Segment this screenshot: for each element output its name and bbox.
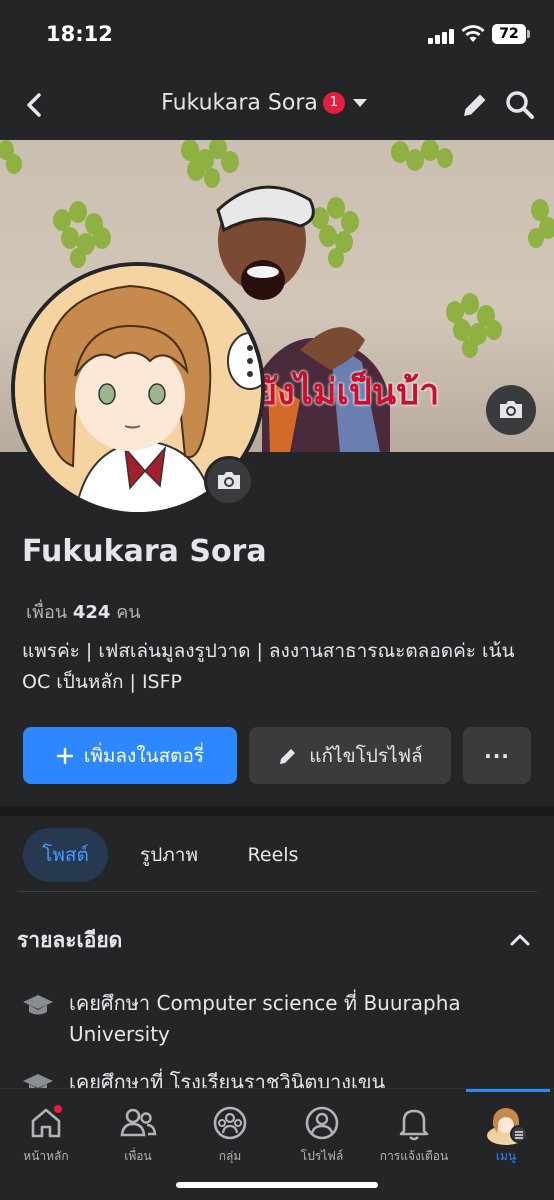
friends-suffix: คน xyxy=(116,602,141,623)
search-icon[interactable] xyxy=(503,88,537,122)
groups-icon xyxy=(210,1103,250,1143)
chevron-down-icon xyxy=(352,99,367,107)
more-dots-icon: ··· xyxy=(484,743,510,768)
detail-item-education: เคยศึกษา Computer science ที่ Buurapha U… xyxy=(22,988,542,1052)
nav-profile-label: โปรไฟล์ xyxy=(300,1149,344,1163)
profile-name: Fukukara Sora xyxy=(22,534,267,569)
education-cap-icon xyxy=(23,995,53,1015)
edit-profile-button[interactable]: แก้ไขโปรไฟล์ xyxy=(249,727,451,784)
nav-menu[interactable]: เมนู xyxy=(460,1103,552,1166)
cover-camera-button[interactable] xyxy=(486,385,536,435)
plus-icon xyxy=(56,747,74,765)
details-heading: รายละเอียด xyxy=(17,928,123,952)
nav-friends-label: เพื่อน xyxy=(124,1149,152,1163)
nav-home[interactable]: หน้าหลัก xyxy=(0,1103,92,1166)
camera-icon xyxy=(218,472,240,489)
nav-notifications[interactable]: การแจ้งเตือน xyxy=(368,1103,460,1166)
header-title: Fukukara Sora xyxy=(161,90,318,116)
tab-photos[interactable]: รูปภาพ xyxy=(125,828,213,882)
section-divider xyxy=(0,806,554,816)
battery-indicator: 72 xyxy=(492,24,526,44)
tabs-divider xyxy=(17,891,537,892)
pencil-icon xyxy=(277,745,299,767)
notification-badge: 1 xyxy=(322,92,345,114)
chevron-up-icon[interactable] xyxy=(506,926,534,954)
camera-icon xyxy=(500,401,522,418)
friends-count[interactable]: เพื่อน 424 คน xyxy=(26,597,141,626)
nav-friends[interactable]: เพื่อน xyxy=(92,1103,184,1166)
nav-home-label: หน้าหลัก xyxy=(23,1149,69,1163)
edit-profile-label: แก้ไขโปรไฟล์ xyxy=(309,744,423,767)
home-notification-dot xyxy=(52,1103,64,1115)
add-to-story-button[interactable]: เพิ่มลงในสตอรี่ xyxy=(23,727,237,784)
nav-groups-label: กลุ่ม xyxy=(218,1149,242,1163)
avatar-camera-button[interactable] xyxy=(204,456,254,506)
wifi-icon xyxy=(461,25,485,42)
cover-caption: ยังไม่เป็นบ้า xyxy=(256,372,440,413)
status-bar: 18:12 72 xyxy=(0,0,554,70)
home-indicator xyxy=(176,1182,378,1188)
pencil-icon[interactable] xyxy=(458,88,492,122)
friends-number: 424 xyxy=(72,602,111,623)
status-time: 18:12 xyxy=(46,22,113,46)
nav-groups[interactable]: กลุ่ม xyxy=(184,1103,276,1166)
top-header: Fukukara Sora 1 xyxy=(0,70,554,140)
profile-tabs: โพสต์ รูปภาพ Reels xyxy=(0,828,554,884)
friends-prefix: เพื่อน xyxy=(26,602,68,623)
profile-icon xyxy=(302,1103,342,1143)
tab-reels[interactable]: Reels xyxy=(232,828,314,882)
cellular-signal-icon xyxy=(428,27,456,44)
home-icon xyxy=(26,1103,66,1143)
more-options-button[interactable]: ··· xyxy=(463,727,531,784)
nav-menu-label: เมนู xyxy=(495,1149,517,1163)
nav-profile[interactable]: โปรไฟล์ xyxy=(276,1103,368,1166)
detail-text: เคยศึกษา Computer science ที่ Buurapha U… xyxy=(69,991,461,1046)
profile-bio: แพรค่ะ | เฟสเล่นมูลงรูปวาด | ลงงานสาธารณ… xyxy=(22,640,515,693)
tab-posts[interactable]: โพสต์ xyxy=(23,828,108,882)
nav-active-indicator xyxy=(466,1089,550,1092)
bell-icon xyxy=(394,1103,434,1143)
add-to-story-label: เพิ่มลงในสตอรี่ xyxy=(83,744,205,767)
nav-notifications-label: การแจ้งเตือน xyxy=(379,1149,449,1163)
menu-avatar-icon xyxy=(486,1103,528,1145)
menu-hamburger-icon xyxy=(510,1125,528,1143)
friends-icon xyxy=(118,1103,158,1143)
battery-nub xyxy=(527,30,530,38)
